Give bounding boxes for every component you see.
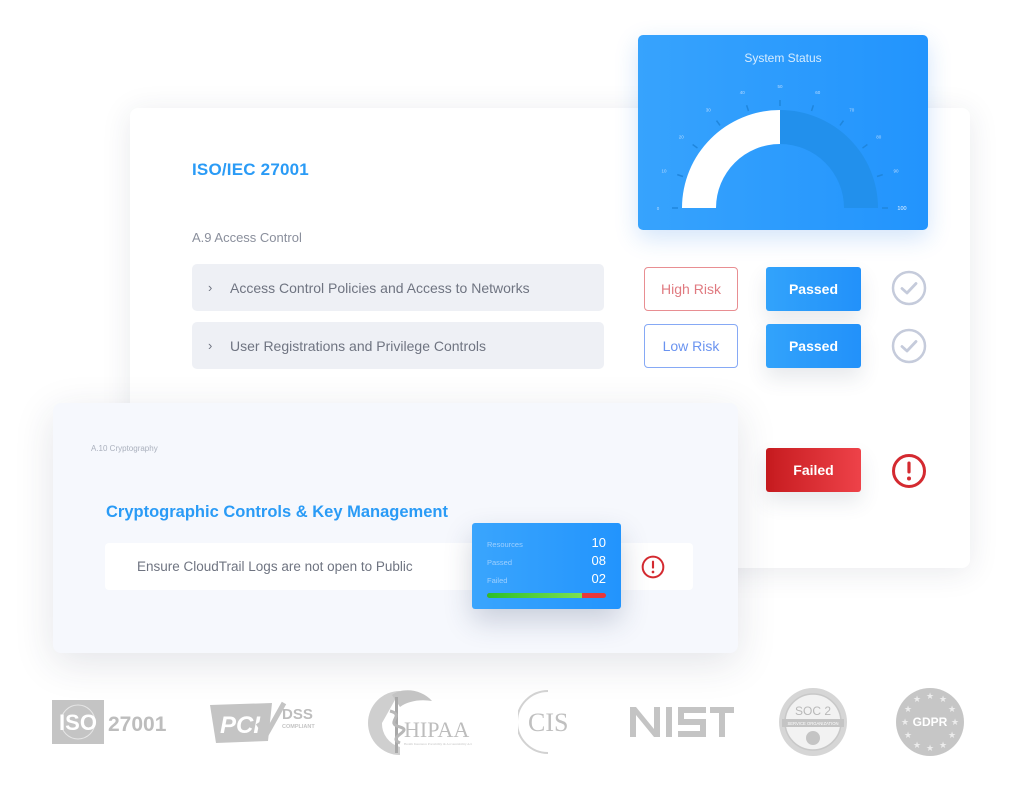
gauge-tick-label: 40: [740, 90, 746, 95]
cryptography-card: A.10 Cryptography Cryptographic Controls…: [53, 403, 738, 653]
nist-logo: [628, 682, 738, 762]
logo-text: DSS: [282, 706, 313, 723]
logo-text: SOC 2: [795, 704, 831, 718]
gauge-tick: [715, 120, 721, 126]
logo-badge-text: ISO: [59, 710, 97, 735]
control-row-access-policies[interactable]: › Access Control Policies and Access to …: [192, 264, 604, 311]
control-label: User Registrations and Privilege Control…: [230, 337, 486, 354]
gauge-value-arc: [682, 110, 780, 208]
logo-subtext: COMPLIANT: [282, 724, 315, 730]
passed-fill: [487, 593, 583, 598]
check-circle-icon: [891, 270, 927, 306]
gauge-tick-label: 90: [894, 168, 900, 173]
svg-text:★: ★: [913, 741, 921, 751]
svg-text:★: ★: [948, 731, 956, 741]
alert-circle-icon: [641, 555, 665, 579]
resource-stats-popup: Resources 10 Passed 08 Failed 02: [472, 523, 621, 609]
logo-badge-text: PCI: [220, 712, 261, 739]
logo-subtext: Health Insurance Portability & Accountab…: [404, 742, 472, 746]
chevron-right-icon: ›: [208, 280, 213, 295]
gauge-tick-label: 30: [706, 107, 712, 112]
access-control-section-label: A.9 Access Control: [192, 230, 302, 245]
stat-failed: Failed 02: [487, 571, 606, 586]
logo-text: CIS: [528, 708, 568, 737]
svg-text:★: ★: [951, 718, 959, 728]
svg-text:★: ★: [926, 692, 934, 702]
logo-text: HIPAA: [404, 717, 469, 742]
stat-value: 10: [591, 535, 606, 550]
gauge-remaining-arc: [780, 110, 878, 208]
svg-text:★: ★: [904, 731, 912, 741]
gauge-tick-label: 60: [815, 90, 821, 95]
svg-text:★: ★: [913, 695, 921, 705]
svg-text:★: ★: [939, 695, 947, 705]
svg-text:★: ★: [901, 718, 909, 728]
gauge-tick-label: 70: [849, 107, 855, 112]
iso-27001-logo: ISO 27001: [52, 682, 172, 762]
stat-value: 08: [591, 553, 606, 568]
svg-text:★: ★: [948, 705, 956, 715]
gauge-tick: [862, 143, 868, 149]
svg-text:★: ★: [904, 705, 912, 715]
gauge-tick-label: 20: [679, 134, 685, 139]
failed-status-button[interactable]: Failed: [766, 448, 861, 492]
compliance-logos: ISO 27001 PCI DSS COMPLIANT HIPAA Health…: [0, 682, 1024, 762]
logo-subtext: SERVICE ORGANIZATION: [787, 721, 838, 726]
gauge-tick: [810, 105, 815, 112]
logo-text: 27001: [108, 713, 167, 736]
hipaa-logo: HIPAA Health Insurance Portability & Acc…: [362, 682, 482, 762]
cis-logo: CIS: [518, 682, 588, 762]
chevron-right-icon: ›: [208, 338, 213, 353]
passed-status-button[interactable]: Passed: [766, 267, 861, 311]
gdpr-logo: ★ ★ ★ ★ ★ ★ ★ ★ ★ ★ ★ ★ GDPR: [893, 682, 967, 762]
gauge-tick-label: 100: [897, 206, 906, 212]
system-status-gauge: 0 10 20 30 40 50 60 70 80 90 100: [657, 84, 907, 212]
gauge-tick: [745, 105, 750, 112]
logo-text: GDPR: [913, 715, 948, 729]
stat-label: Failed: [487, 576, 508, 585]
pci-dss-logo: PCI DSS COMPLIANT: [208, 682, 328, 762]
control-row-user-registrations[interactable]: › User Registrations and Privilege Contr…: [192, 322, 604, 369]
stat-value: 02: [591, 571, 606, 586]
low-risk-badge: Low Risk: [644, 324, 738, 368]
stat-resources: Resources 10: [487, 535, 606, 550]
system-status-card: System Status 0 10 20 30 40 50 60 70 80 90 100: [638, 35, 928, 230]
stat-label: Resources: [487, 540, 523, 549]
passed-status-button[interactable]: Passed: [766, 324, 861, 368]
iso-card-title: ISO/IEC 27001: [192, 160, 309, 179]
stat-label: Passed: [487, 558, 513, 567]
cryptography-section-label: A.10 Cryptography: [91, 444, 158, 453]
check-label: Ensure CloudTrail Logs are not open to P…: [137, 559, 413, 574]
gauge-tick-label: 80: [876, 134, 882, 139]
pass-fail-progress-bar: [487, 593, 606, 598]
svg-text:★: ★: [939, 741, 947, 751]
control-label: Access Control Policies and Access to Ne…: [230, 279, 530, 296]
high-risk-badge: High Risk: [644, 267, 738, 311]
gauge-tick-label: 0: [657, 206, 660, 211]
gauge-tick: [839, 120, 845, 126]
gauge-tick: [677, 173, 684, 178]
svg-text:★: ★: [926, 744, 934, 754]
gauge-tick: [692, 143, 698, 149]
alert-circle-icon: [892, 454, 926, 488]
cryptography-title: Cryptographic Controls & Key Management: [106, 503, 448, 521]
stat-passed: Passed 08: [487, 553, 606, 568]
gauge-tick-label: 10: [661, 168, 667, 173]
soc2-logo: SOC 2 SERVICE ORGANIZATION: [776, 682, 850, 762]
check-circle-icon: [891, 328, 927, 364]
gauge-tick-label: 50: [777, 84, 783, 89]
gauge-tick: [876, 173, 883, 178]
